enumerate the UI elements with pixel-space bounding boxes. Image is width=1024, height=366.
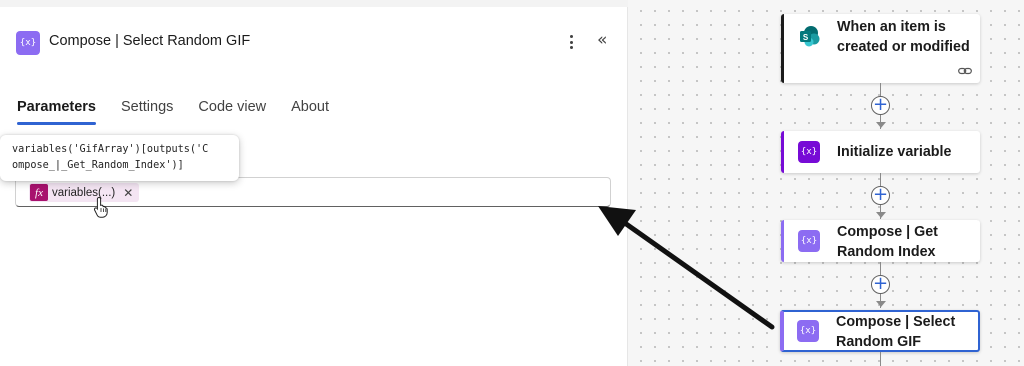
add-step-button[interactable]: + [871, 96, 890, 115]
action-details-panel: {x} Compose | Select Random GIF « Parame… [0, 0, 628, 366]
trigger-title: When an item is created or modified [837, 19, 970, 55]
trigger-card[interactable]: S When an item is created or modified [781, 14, 980, 83]
compose-get-random-index-title: Compose | Get Random Index [837, 224, 938, 260]
compose-select-random-gif-title: Compose | Select Random GIF [836, 314, 956, 350]
sharepoint-icon: S [800, 26, 820, 47]
expression-tooltip: variables('GifArray')[outputs('C ompose_… [0, 135, 239, 181]
variable-icon: {x} [798, 141, 820, 163]
collapse-panel-icon[interactable]: « [597, 30, 607, 50]
compose-icon: {x} [798, 230, 820, 252]
compose-icon: {x} [797, 320, 819, 342]
add-step-button[interactable]: + [871, 275, 890, 294]
more-options-icon[interactable] [565, 32, 577, 52]
connector-arrowhead [876, 301, 886, 307]
panel-tabs: Parameters Settings Code view About [17, 99, 354, 125]
link-icon [958, 67, 972, 75]
expression-token[interactable]: fx variables(...) ✕ [29, 183, 140, 202]
initialize-variable-title: Initialize variable [837, 144, 952, 160]
panel-top-border [0, 0, 628, 7]
compose-select-random-gif-card[interactable]: {x} Compose | Select Random GIF [780, 310, 980, 352]
fx-icon: fx [30, 184, 48, 201]
hand-cursor-icon [93, 196, 108, 218]
compose-get-random-index-card[interactable]: {x} Compose | Get Random Index [781, 220, 980, 262]
compose-icon: {x} [16, 31, 40, 55]
panel-title: Compose | Select Random GIF [49, 33, 251, 49]
connector-line [880, 352, 881, 366]
tab-settings[interactable]: Settings [121, 99, 173, 123]
add-step-button[interactable]: + [871, 186, 890, 205]
connector-arrowhead [876, 212, 886, 218]
tab-parameters[interactable]: Parameters [17, 99, 96, 125]
connector-arrowhead [876, 122, 886, 128]
tab-code-view[interactable]: Code view [198, 99, 266, 123]
remove-token-icon[interactable]: ✕ [123, 186, 133, 200]
initialize-variable-card[interactable]: {x} Initialize variable [781, 131, 980, 173]
svg-text:S: S [803, 33, 809, 42]
tab-about[interactable]: About [291, 99, 329, 123]
